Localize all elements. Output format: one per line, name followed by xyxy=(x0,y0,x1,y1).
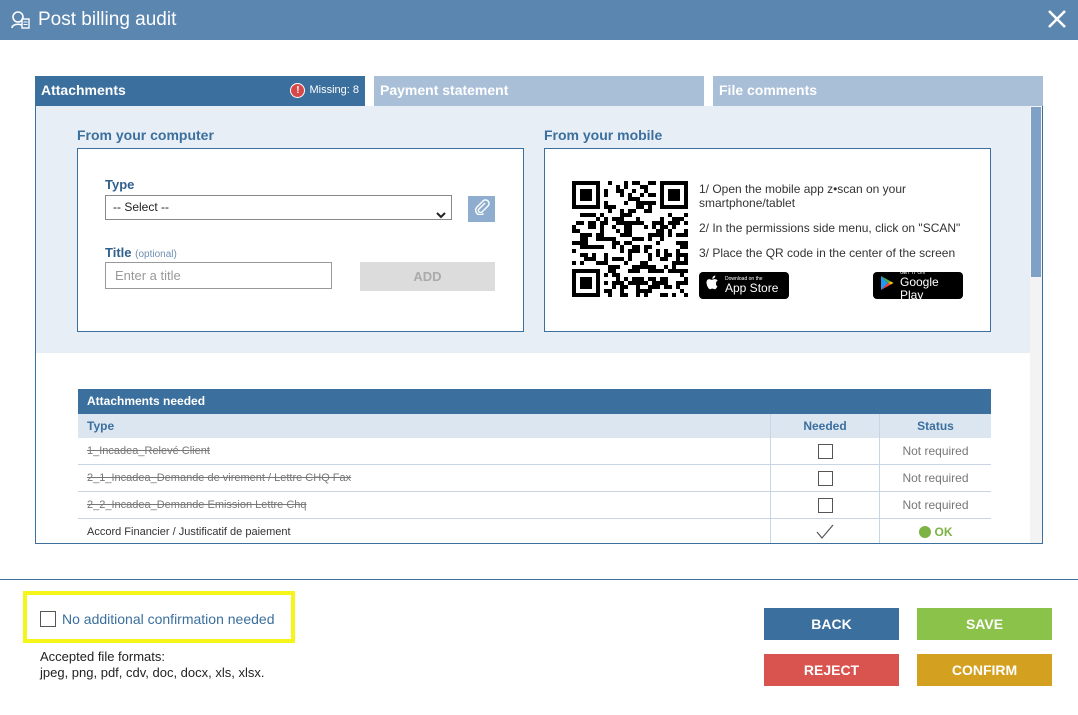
row-status: Not required xyxy=(879,438,991,464)
from-mobile-title: From your mobile xyxy=(544,127,663,143)
needed-checkbox[interactable] xyxy=(817,443,833,459)
tab-label: Payment statement xyxy=(380,82,509,98)
google-play-text: Google Play xyxy=(900,274,939,302)
row-type: 2_1_Incadea_Demande de virement / Lettre… xyxy=(87,472,352,484)
app-store-button[interactable]: Download on the App Store xyxy=(699,272,789,299)
no-confirmation-checkbox[interactable] xyxy=(40,611,56,627)
formats-list: jpeg, png, pdf, cdv, doc, docx, xls, xls… xyxy=(40,665,265,680)
instruction-step-1: 1/ Open the mobile app z•scan on your sm… xyxy=(699,182,906,210)
save-button[interactable]: SAVE xyxy=(917,608,1052,640)
row-needed xyxy=(770,465,879,491)
google-play-icon xyxy=(880,275,894,296)
needed-checkbox[interactable] xyxy=(817,470,833,486)
needed-checkbox[interactable] xyxy=(817,497,833,513)
no-confirmation-label[interactable]: No additional confirmation needed xyxy=(62,611,274,627)
back-button[interactable]: BACK xyxy=(764,608,899,640)
table-title: Attachments needed xyxy=(78,389,991,414)
instruction-step-3: 3/ Place the QR code in the center of th… xyxy=(699,246,956,260)
google-play-button[interactable]: GET IT ON Google Play xyxy=(873,270,963,302)
attach-file-button[interactable] xyxy=(468,196,495,222)
tab-bar: Attachments ! Missing: 8 Payment stateme… xyxy=(35,76,1043,106)
ok-check-icon xyxy=(918,526,931,538)
attachments-panel: From your computer Type -- Select -- Tit… xyxy=(35,106,1043,544)
row-type: Accord Financier / Justificatif de paiem… xyxy=(87,526,291,538)
tab-label: File comments xyxy=(719,82,818,98)
upload-area: From your computer Type -- Select -- Tit… xyxy=(36,106,1030,353)
tab-payment-statement[interactable]: Payment statement xyxy=(374,76,704,106)
app-store-text: App Store xyxy=(725,281,779,295)
from-computer-title: From your computer xyxy=(77,127,214,143)
title-label-text: Title xyxy=(105,245,132,260)
formats-title: Accepted file formats: xyxy=(40,649,165,664)
qr-code xyxy=(572,181,688,297)
checkmark-icon xyxy=(815,524,835,540)
instruction-step-2: 2/ In the permissions side menu, click o… xyxy=(699,221,961,235)
paperclip-icon xyxy=(474,198,490,220)
column-header-needed: Needed xyxy=(770,414,879,438)
table-row: Accord Financier / Justificatif de paiem… xyxy=(78,519,991,543)
missing-count: Missing: 8 xyxy=(309,84,359,96)
chevron-down-icon xyxy=(436,204,446,227)
title-label: Title (optional) xyxy=(105,245,177,260)
add-button[interactable]: ADD xyxy=(360,262,495,291)
title-input[interactable]: Enter a title xyxy=(105,262,332,289)
attachments-needed-table: Attachments needed Type Needed Status 1_… xyxy=(78,389,991,543)
title-bar: Post billing audit xyxy=(0,0,1078,40)
mobile-upload-box: 1/ Open the mobile app z•scan on your sm… xyxy=(544,148,991,332)
type-select-value: -- Select -- xyxy=(113,200,170,214)
column-header-type: Type xyxy=(87,419,115,433)
type-label: Type xyxy=(105,177,135,192)
panel-scrollbar[interactable] xyxy=(1030,106,1042,543)
scrollbar-thumb[interactable] xyxy=(1031,107,1041,277)
row-type: 2_2_Incadea_Demande Emission Lettre Chq xyxy=(87,499,307,511)
warning-icon: ! xyxy=(290,83,306,98)
table-row: 2_2_Incadea_Demande Emission Lettre Chq … xyxy=(78,492,991,519)
row-needed xyxy=(770,492,879,518)
tab-label: Attachments xyxy=(41,82,126,98)
tab-attachments[interactable]: Attachments ! Missing: 8 xyxy=(35,76,365,106)
reject-button[interactable]: REJECT xyxy=(764,654,899,686)
apple-icon xyxy=(706,275,720,296)
footer-divider xyxy=(0,579,1078,580)
confirm-button[interactable]: CONFIRM xyxy=(917,654,1052,686)
ok-status-text: OK xyxy=(934,525,953,539)
accepted-formats: Accepted file formats: jpeg, png, pdf, c… xyxy=(40,649,264,681)
row-type: 1_Incadea_Relevé Client xyxy=(87,445,210,457)
table-row: 2_1_Incadea_Demande de virement / Lettre… xyxy=(78,465,991,492)
audit-icon xyxy=(8,8,32,32)
table-header-row: Type Needed Status xyxy=(78,414,991,438)
dialog-title: Post billing audit xyxy=(38,9,177,30)
type-select[interactable]: -- Select -- xyxy=(105,195,452,220)
column-header-status: Status xyxy=(879,414,991,438)
row-status: Not required xyxy=(879,492,991,518)
tab-file-comments[interactable]: File comments xyxy=(713,76,1043,106)
missing-badge: ! Missing: 8 xyxy=(290,76,359,105)
close-icon[interactable] xyxy=(1042,4,1072,34)
table-row: 1_Incadea_Relevé Client Not required xyxy=(78,438,991,465)
computer-upload-box: Type -- Select -- Title (optional) Enter… xyxy=(77,148,524,332)
row-needed xyxy=(770,519,879,543)
row-status: Not required xyxy=(879,465,991,491)
optional-hint: (optional) xyxy=(135,249,177,260)
row-status: OK xyxy=(879,519,991,543)
row-needed xyxy=(770,438,879,464)
